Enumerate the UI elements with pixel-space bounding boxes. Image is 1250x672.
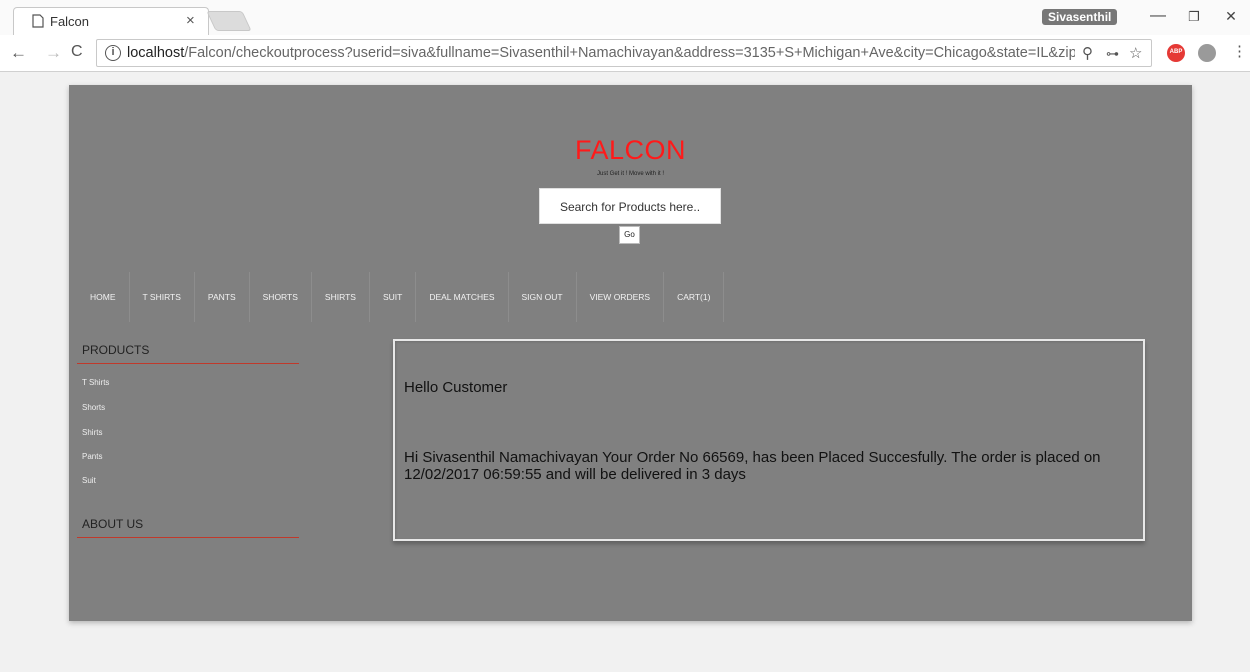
url-host: localhost: [127, 45, 185, 61]
new-tab-button[interactable]: [206, 11, 252, 31]
nav-deal-matches[interactable]: DEAL MATCHES: [416, 272, 509, 322]
key-icon[interactable]: ⊶: [1106, 46, 1119, 62]
menu-icon[interactable]: ⋮: [1232, 42, 1247, 60]
page-panel: FALCON Just Get it ! Move with it ! Sear…: [69, 85, 1192, 621]
close-tab-icon[interactable]: ×: [186, 12, 195, 29]
minimize-icon[interactable]: —: [1148, 7, 1168, 25]
nav-suit[interactable]: SUIT: [370, 272, 417, 322]
sidebar-item-suit[interactable]: Suit: [82, 476, 96, 485]
order-confirmation-box: Hello Customer Hi Sivasenthil Namachivay…: [393, 339, 1145, 541]
url-path: /Falcon/checkoutprocess?userid=siva&full…: [184, 45, 1075, 61]
browser-tab[interactable]: Falcon ×: [13, 7, 209, 35]
tab-title: Falcon: [50, 14, 90, 29]
products-heading: PRODUCTS: [82, 343, 150, 357]
page-icon: [32, 14, 44, 28]
info-icon[interactable]: i: [105, 45, 121, 61]
browser-toolbar: ← → C i localhost/Falcon/checkoutprocess…: [0, 35, 1250, 72]
go-button[interactable]: Go: [619, 226, 640, 244]
search-input[interactable]: Search for Products here..: [539, 188, 721, 224]
star-icon[interactable]: ☆: [1129, 44, 1142, 62]
sidebar-item-pants[interactable]: Pants: [82, 452, 102, 461]
order-message: Hi Sivasenthil Namachivayan Your Order N…: [404, 449, 1101, 483]
nav-shorts[interactable]: SHORTS: [250, 272, 312, 322]
sidebar-item-shorts[interactable]: Shorts: [82, 403, 105, 412]
about-divider: [77, 537, 299, 538]
browser-tab-strip: Falcon × Sivasenthil — ❐ ✕: [0, 0, 1250, 35]
extension-icon[interactable]: [1198, 44, 1216, 62]
address-bar[interactable]: i localhost/Falcon/checkoutprocess?useri…: [96, 39, 1152, 67]
maximize-icon[interactable]: ❐: [1184, 9, 1204, 25]
back-arrow-icon[interactable]: ←: [10, 43, 27, 63]
about-us-heading[interactable]: ABOUT US: [82, 517, 143, 531]
nav-pants[interactable]: PANTS: [195, 272, 250, 322]
zoom-icon[interactable]: ⚲: [1082, 44, 1093, 62]
main-nav: HOME T SHIRTS PANTS SHORTS SHIRTS SUIT D…: [77, 272, 725, 322]
sidebar-item-t-shirts[interactable]: T Shirts: [82, 378, 109, 387]
products-divider: [77, 363, 299, 364]
profile-name[interactable]: Sivasenthil: [1042, 9, 1118, 25]
nav-cart[interactable]: CART(1): [664, 272, 725, 322]
url-text[interactable]: localhost/Falcon/checkoutprocess?userid=…: [127, 45, 1075, 61]
sidebar-item-shirts[interactable]: Shirts: [82, 428, 102, 437]
site-tagline: Just Get it ! Move with it !: [596, 171, 665, 177]
nav-view-orders[interactable]: VIEW ORDERS: [577, 272, 665, 322]
forward-arrow-icon[interactable]: →: [45, 43, 62, 63]
greeting-text: Hello Customer: [404, 379, 508, 396]
nav-home[interactable]: HOME: [77, 272, 130, 322]
nav-sign-out[interactable]: SIGN OUT: [509, 272, 577, 322]
close-window-icon[interactable]: ✕: [1221, 8, 1241, 25]
nav-t-shirts[interactable]: T SHIRTS: [130, 272, 195, 322]
site-logo[interactable]: FALCON: [69, 135, 1192, 166]
adblock-label: ABP: [1169, 49, 1183, 55]
nav-shirts[interactable]: SHIRTS: [312, 272, 370, 322]
adblock-icon[interactable]: ABP: [1167, 44, 1185, 62]
reload-icon[interactable]: C: [71, 43, 83, 61]
